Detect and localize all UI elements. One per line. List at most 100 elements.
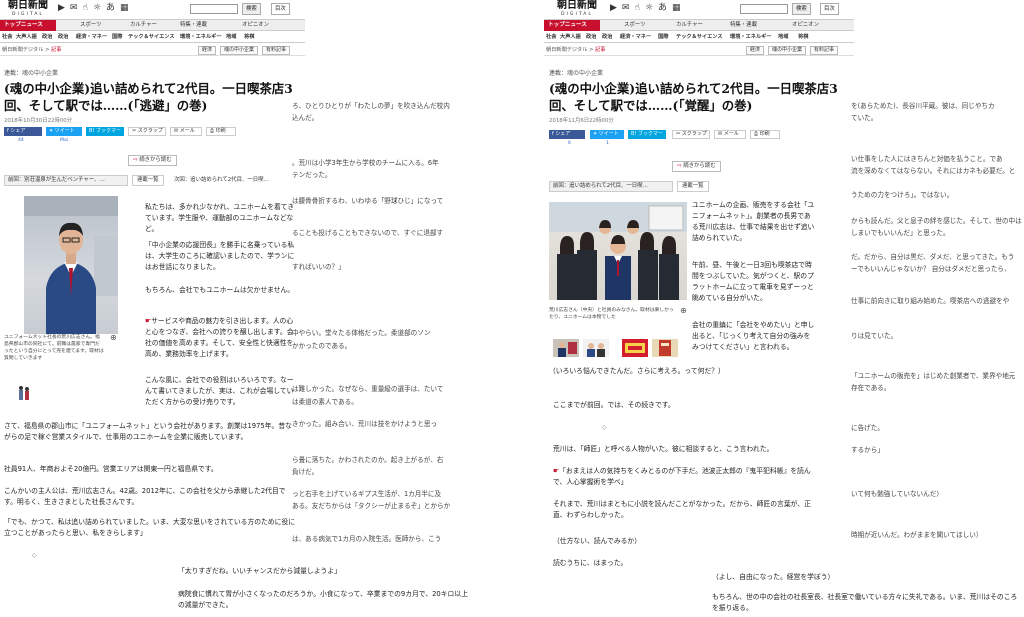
- right-thumbnail-3[interactable]: [622, 339, 648, 357]
- left-index-button[interactable]: 目次: [271, 3, 290, 15]
- right-paragraph-6: 荒川は、「師匠」と呼べる人物がいた。彼に相談すると、こう言われた。: [553, 445, 774, 453]
- left-tab-top-news[interactable]: トップニュース: [0, 20, 56, 31]
- left-prev-article-link[interactable]: 前回：別荘温泉が生んだベンチャー、…: [4, 175, 128, 186]
- left-photo-zoom-icon[interactable]: ⊕: [110, 333, 117, 342]
- right-series-index-button[interactable]: 連載一覧: [677, 181, 709, 192]
- left-facebook-share-button[interactable]: f シェア: [4, 127, 42, 136]
- right-tab-opinion[interactable]: オピニオン: [792, 20, 819, 31]
- right-edge-text-fragment: い仕事をした人にはきちんと対価を払うこと。であ: [851, 155, 1003, 163]
- right-tab-culture[interactable]: カルチャー: [676, 20, 703, 31]
- right-sub-economy[interactable]: 経済・マネー: [620, 32, 651, 42]
- left-paragraph-4-text: サービスや商品の魅力を引き出します。人の心と心をつなぎ、会社への誇りを醸し出しま…: [145, 317, 294, 358]
- left-mail-button[interactable]: ✉ メール: [170, 127, 202, 136]
- font-size-icon[interactable]: あ: [658, 3, 667, 13]
- right-index-button[interactable]: 目次: [820, 3, 839, 15]
- left-scrap-button[interactable]: ✂ スクラップ: [128, 127, 166, 136]
- left-search-input[interactable]: [190, 4, 238, 14]
- right-tweet-button[interactable]: ✦ ツイート: [590, 130, 624, 139]
- grid-icon[interactable]: ▦: [120, 3, 129, 13]
- right-scrap-button[interactable]: ✂ スクラップ: [672, 130, 710, 139]
- hand-icon[interactable]: ☝: [82, 3, 87, 13]
- right-sub-shogi[interactable]: 将棋: [798, 32, 808, 42]
- right-tab-top-news[interactable]: トップニュース: [544, 20, 600, 31]
- left-site-logo[interactable]: 朝日新聞 DIGITAL: [3, 0, 53, 18]
- left-search-button[interactable]: 検索: [242, 3, 261, 15]
- hand-icon[interactable]: ☝: [634, 3, 639, 13]
- right-sub-society[interactable]: 社会: [546, 32, 556, 42]
- right-print-button[interactable]: ⎙ 印刷: [750, 130, 780, 139]
- left-sub-society[interactable]: 社会: [2, 32, 12, 42]
- right-photo-illustration: [549, 202, 687, 300]
- left-small-figure-thumbnail[interactable]: [18, 384, 30, 406]
- right-edge-text-fragment: りは見ていた。: [851, 332, 898, 340]
- left-sub-politics-2[interactable]: 政治: [58, 32, 68, 42]
- left-tab-culture[interactable]: カルチャー: [130, 20, 157, 31]
- right-sub-politics[interactable]: 政治: [586, 32, 596, 42]
- left-sub-region[interactable]: 地域: [226, 32, 236, 42]
- right-sub-international[interactable]: 国際: [658, 32, 668, 42]
- right-thumbnail-1[interactable]: [553, 339, 579, 357]
- play-icon[interactable]: ▶: [58, 3, 65, 13]
- right-pill-paid: 有料記事: [810, 46, 839, 55]
- right-edge-text-fragment: だ。だから、自分は黒だ、ダメだ、と思ってきた。もう: [851, 253, 1015, 261]
- left-tweet-label: ツイート: [54, 128, 75, 134]
- right-paragraph-1: ユニホームの企画、販売をする会社「ユニフォームネット」。創業者の長男である荒川広…: [692, 201, 815, 242]
- right-pill-economy[interactable]: 経済: [746, 46, 765, 55]
- right-category-bar: トップニュース スポーツ カルチャー 特集・連載 オピニオン: [544, 19, 854, 31]
- right-site-logo[interactable]: 朝日新聞 DIGITAL: [552, 0, 602, 18]
- left-pill-economy[interactable]: 経済: [198, 46, 217, 55]
- chat-icon[interactable]: ✉: [70, 3, 78, 13]
- left-sub-politics[interactable]: 政治: [42, 32, 52, 42]
- right-thumbnail-1-illustration: [558, 342, 577, 357]
- right-sub-region[interactable]: 地域: [778, 32, 788, 42]
- right-sub-tech[interactable]: テック＆サイエンス: [676, 32, 723, 42]
- right-thumbnail-4[interactable]: [652, 339, 678, 357]
- left-sub-tech[interactable]: テック＆サイエンス: [128, 32, 175, 42]
- left-photo-caption: ユニフォームネット社長の荒川広志さん。福島県郡山市の同社にて。前職は農家で専門だ…: [4, 335, 104, 361]
- left-tab-sports[interactable]: スポーツ: [80, 20, 101, 31]
- right-article-photo[interactable]: [549, 202, 687, 300]
- weather-icon[interactable]: ☼: [93, 3, 101, 13]
- right-thumbnail-2[interactable]: [583, 339, 609, 357]
- left-bookmark-button[interactable]: B! ブックマーク: [86, 127, 124, 143]
- right-breadcrumb-site[interactable]: 朝日新聞デジタル: [546, 47, 587, 53]
- grid-icon[interactable]: ▦: [672, 3, 681, 13]
- left-article-photo[interactable]: [24, 196, 118, 334]
- left-continue-reading-button[interactable]: ⇨ 続きから読む: [128, 155, 177, 166]
- right-mail-button[interactable]: ✉ メール: [714, 130, 746, 139]
- right-pill-series[interactable]: 魂の中小企業: [768, 46, 807, 55]
- left-next-article-link[interactable]: 次回：追い詰められて2代目、一日喫…: [174, 176, 304, 185]
- left-pill-series[interactable]: 魂の中小企業: [220, 46, 259, 55]
- play-icon[interactable]: ▶: [610, 3, 617, 13]
- left-series-label[interactable]: 連載：魂の中小企業: [4, 70, 58, 78]
- right-search-input[interactable]: [740, 4, 788, 14]
- right-sub-politics-2[interactable]: 政治: [602, 32, 612, 42]
- right-series-label[interactable]: 連載：魂の中小企業: [549, 70, 603, 78]
- left-tab-opinion[interactable]: オピニオン: [242, 20, 269, 31]
- right-tab-features[interactable]: 特集・連載: [730, 20, 757, 31]
- left-sub-economy[interactable]: 経済・マネー: [76, 32, 107, 42]
- left-sub-shogi[interactable]: 将棋: [244, 32, 254, 42]
- right-facebook-share-button[interactable]: f シェア: [549, 130, 585, 139]
- left-sub-tenseijingo[interactable]: 大声人語: [16, 32, 37, 42]
- right-tab-sports[interactable]: スポーツ: [624, 20, 645, 31]
- left-continue-label: 続きから読む: [139, 157, 172, 163]
- left-sub-environment[interactable]: 環境・エネルギー: [180, 32, 222, 42]
- left-header-icons: ▶ ✉ ☝ ☼ あ ▦: [58, 3, 129, 13]
- left-tab-features[interactable]: 特集・連載: [180, 20, 207, 31]
- right-bookmark-button[interactable]: B! ブックマーク: [628, 130, 666, 146]
- left-print-button[interactable]: ⎙ 印刷: [206, 127, 236, 136]
- weather-icon[interactable]: ☼: [645, 3, 653, 13]
- left-sub-international[interactable]: 国際: [112, 32, 122, 42]
- right-search-button[interactable]: 検索: [792, 3, 811, 15]
- left-tweet-button[interactable]: ✦ ツイート: [46, 127, 82, 136]
- font-size-icon[interactable]: あ: [106, 3, 115, 13]
- right-continue-reading-button[interactable]: ⇨ 続きから読む: [672, 161, 721, 172]
- right-prev-article-link[interactable]: 前回：追い詰められて2代目、一日喫…: [549, 181, 673, 192]
- right-photo-zoom-icon[interactable]: ⊕: [680, 306, 687, 315]
- right-sub-environment[interactable]: 環境・エネルギー: [730, 32, 772, 42]
- left-series-index-button[interactable]: 連載一覧: [132, 175, 164, 186]
- right-sub-tenseijingo[interactable]: 大声人語: [560, 32, 581, 42]
- chat-icon[interactable]: ✉: [622, 3, 630, 13]
- left-breadcrumb-site[interactable]: 朝日新聞デジタル: [2, 47, 43, 53]
